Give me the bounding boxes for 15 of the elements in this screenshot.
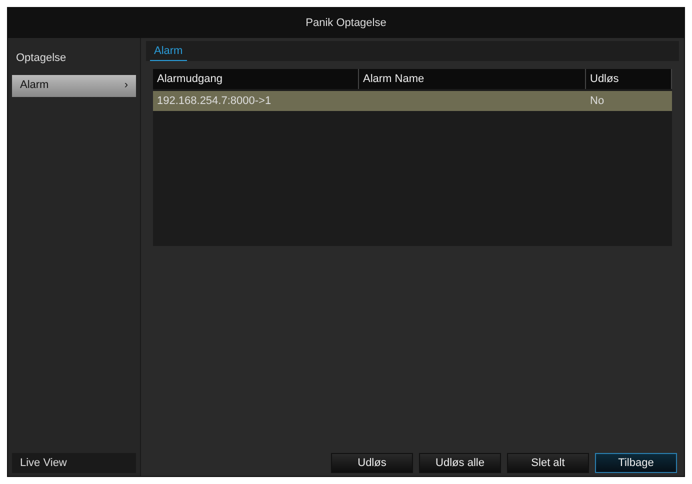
table-cell-text: 192.168.254.7:8000->1 xyxy=(157,94,272,109)
action-button[interactable]: Tilbage xyxy=(595,453,677,473)
column-header[interactable]: Alarm Name xyxy=(359,69,586,89)
action-button[interactable]: Udløs xyxy=(331,453,413,473)
live-view-button[interactable]: Live View xyxy=(12,453,136,473)
sidebar-item[interactable]: Alarm › xyxy=(12,74,136,96)
column-header[interactable]: Alarmudgang xyxy=(153,69,359,89)
window-title: Panik Optagelse xyxy=(8,8,684,38)
column-header[interactable]: Udløs xyxy=(586,69,672,89)
sidebar-heading: Optagelse xyxy=(15,51,68,66)
table-cell-text: No xyxy=(590,94,604,109)
tab[interactable]: Alarm xyxy=(150,42,187,61)
action-button[interactable]: Slet alt xyxy=(507,453,589,473)
table-row[interactable]: 192.168.254.7:8000->1 No xyxy=(153,91,672,111)
action-button[interactable]: Udløs alle xyxy=(419,453,501,473)
